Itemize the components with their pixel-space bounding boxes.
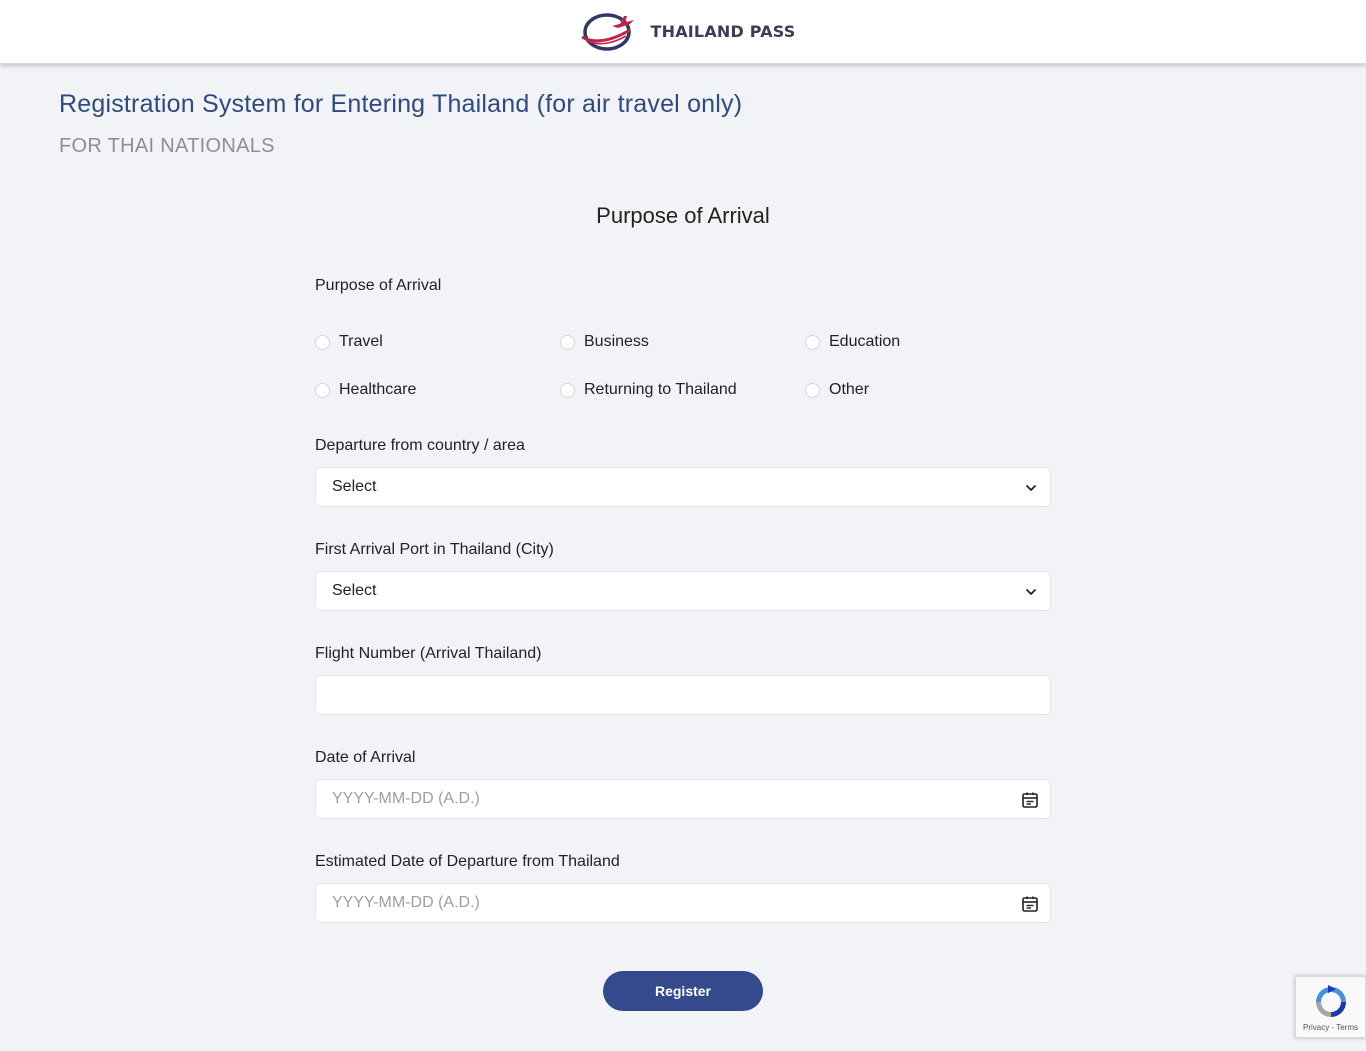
departure-country-label: Departure from country / area <box>315 437 525 454</box>
recaptcha-badge[interactable]: Privacy - Terms <box>1295 976 1366 1038</box>
radio-other[interactable]: Other <box>805 381 869 399</box>
radio-circle[interactable] <box>315 382 330 398</box>
calendar-icon[interactable] <box>1021 895 1039 913</box>
chevron-down-icon <box>1026 589 1036 595</box>
brand[interactable]: THAILAND PASS <box>578 10 795 54</box>
radio-returning[interactable]: Returning to Thailand <box>560 381 737 399</box>
radio-education[interactable]: Education <box>805 333 900 351</box>
departure-date-input[interactable]: YYYY-MM-DD (A.D.) <box>315 883 1051 923</box>
departure-country-value: Select <box>332 478 377 495</box>
arrival-date-input[interactable]: YYYY-MM-DD (A.D.) <box>315 779 1051 819</box>
arrival-date-placeholder: YYYY-MM-DD (A.D.) <box>332 790 480 807</box>
recaptcha-links[interactable]: Privacy - Terms <box>1303 1023 1358 1032</box>
register-button[interactable]: Register <box>603 971 763 1011</box>
radio-circle[interactable] <box>805 382 820 398</box>
top-bar: THAILAND PASS <box>0 0 1366 64</box>
section-title: Purpose of Arrival <box>596 203 770 228</box>
radio-circle[interactable] <box>315 334 330 350</box>
radio-healthcare-label: Healthcare <box>339 381 417 398</box>
page-title: Registration System for Entering Thailan… <box>59 90 743 118</box>
radio-circle[interactable] <box>560 382 575 398</box>
radio-travel[interactable]: Travel <box>315 333 383 351</box>
chevron-down-icon <box>1026 485 1036 491</box>
thailand-pass-logo-icon <box>581 12 635 51</box>
recaptcha-icon <box>1315 985 1346 1017</box>
flight-number-label: Flight Number (Arrival Thailand) <box>315 645 542 662</box>
radio-circle[interactable] <box>805 334 820 350</box>
radio-business[interactable]: Business <box>560 333 649 351</box>
purpose-label: Purpose of Arrival <box>315 277 442 294</box>
radio-education-label: Education <box>829 333 901 350</box>
departure-date-label: Estimated Date of Departure from Thailan… <box>315 853 620 870</box>
radio-business-label: Business <box>584 333 649 350</box>
radio-healthcare[interactable]: Healthcare <box>315 381 416 399</box>
arrival-port-value: Select <box>332 582 377 599</box>
departure-date-placeholder: YYYY-MM-DD (A.D.) <box>332 894 480 911</box>
radio-travel-label: Travel <box>339 333 383 350</box>
departure-country-select[interactable]: Select <box>315 467 1051 507</box>
brand-name: THAILAND PASS <box>650 22 796 41</box>
page-subtitle: FOR THAI NATIONALS <box>59 135 275 157</box>
radio-returning-label: Returning to Thailand <box>584 381 737 398</box>
radio-other-label: Other <box>829 381 870 398</box>
calendar-icon[interactable] <box>1021 791 1039 809</box>
radio-circle[interactable] <box>560 334 575 350</box>
arrival-date-label: Date of Arrival <box>315 749 416 766</box>
arrival-port-label: First Arrival Port in Thailand (City) <box>315 541 554 558</box>
arrival-port-select[interactable]: Select <box>315 571 1051 611</box>
flight-number-input[interactable] <box>315 675 1051 715</box>
